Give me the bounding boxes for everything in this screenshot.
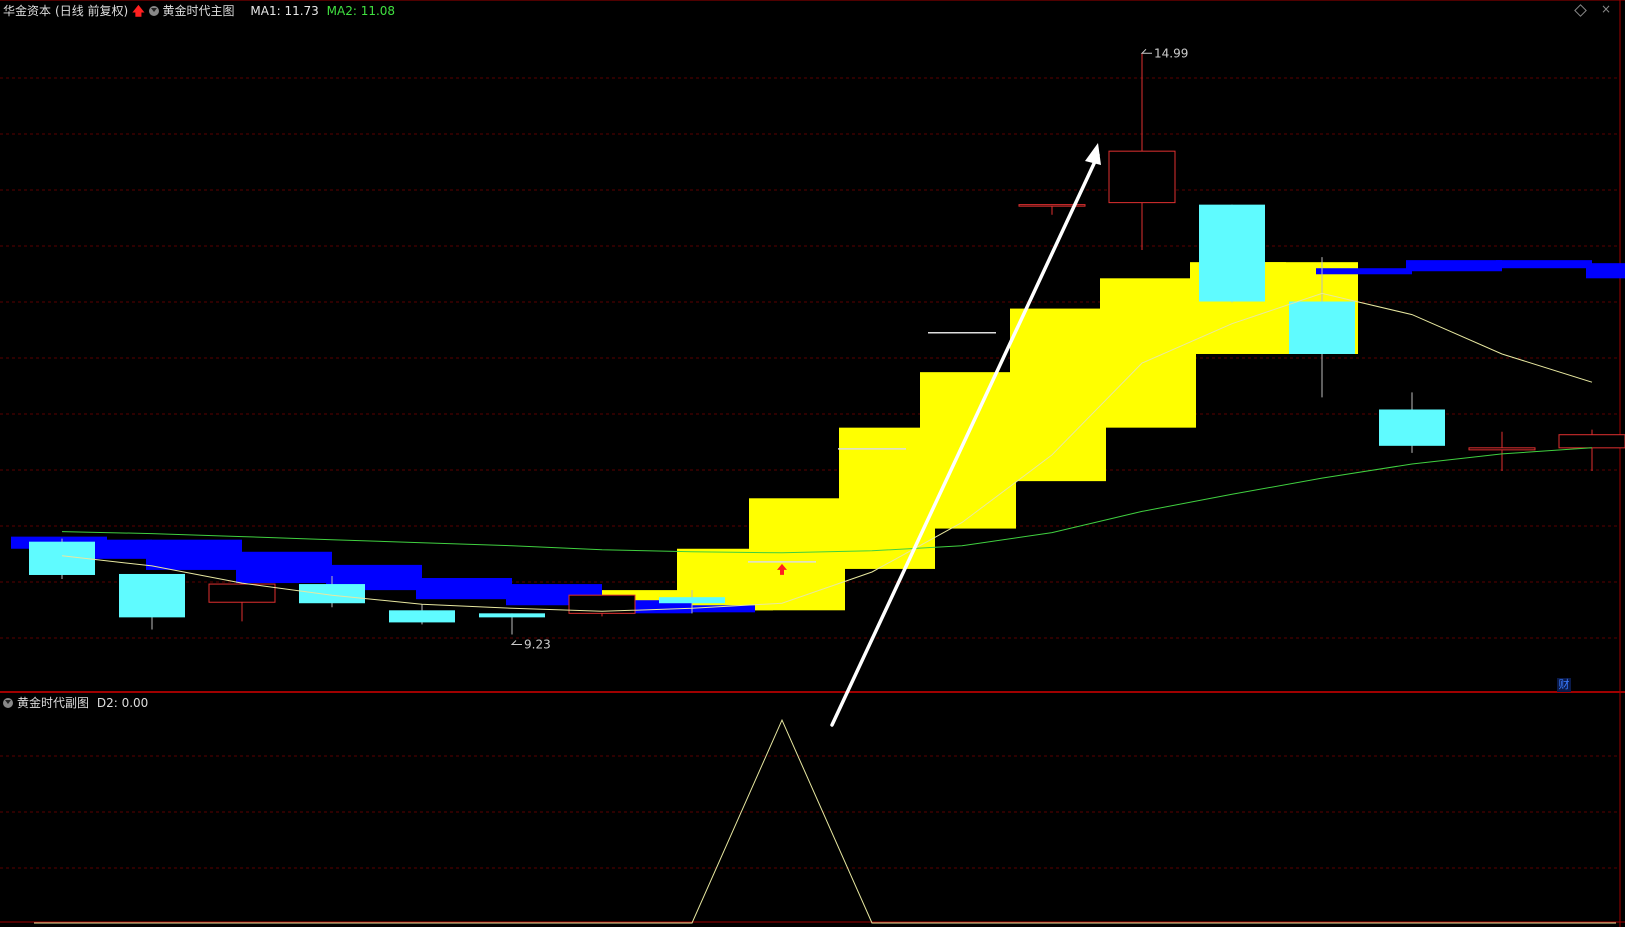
candle-body-up bbox=[1468, 447, 1536, 451]
low-pointer bbox=[510, 640, 522, 646]
dropdown-circle-icon[interactable] bbox=[148, 5, 159, 16]
sub-header: 黄金时代副图 D2: 0.00 bbox=[3, 695, 152, 711]
candle-body-down bbox=[659, 597, 725, 604]
ma1-readout: MA1: 11.73 bbox=[250, 4, 319, 18]
yellow-band-block bbox=[1100, 278, 1196, 428]
yellow-band-block bbox=[1010, 308, 1106, 482]
finance-badge[interactable]: 财 bbox=[1557, 678, 1571, 692]
main-header: 华金资本 (日线 前复权) 🡅 黄金时代主图 MA1: 11.73 MA2: 11.0… bbox=[3, 3, 399, 19]
main-indicator-name[interactable]: 黄金时代主图 bbox=[163, 4, 235, 18]
blue-band-block bbox=[146, 539, 242, 570]
close-icon[interactable]: × bbox=[1601, 2, 1611, 16]
blue-band-block bbox=[416, 578, 512, 600]
candle-body-up bbox=[208, 583, 276, 603]
candle-body-up bbox=[1558, 434, 1625, 449]
candle-body-down bbox=[389, 610, 455, 623]
blue-band-block bbox=[1586, 263, 1625, 279]
blue-band-block bbox=[1406, 260, 1502, 272]
candle-body-down bbox=[1379, 409, 1445, 446]
dropdown-circle-icon[interactable] bbox=[3, 697, 13, 708]
high-price-label: 14.99 bbox=[1154, 46, 1188, 60]
d2-readout: D2: 0.00 bbox=[96, 696, 149, 710]
candle-body-down bbox=[479, 613, 545, 618]
up-arrow-icon: 🡅 bbox=[132, 4, 145, 18]
blue-band-block bbox=[1496, 260, 1592, 269]
annotation-arrow-head-icon bbox=[1085, 143, 1101, 165]
candle-body-up bbox=[1108, 150, 1176, 204]
chart-stage[interactable]: 14.99 9.23 华金资本 (日线 前复权) 🡅 黄金时代主图 MA1: 11.73… bbox=[0, 0, 1625, 927]
high-pointer bbox=[1140, 48, 1152, 54]
kline-chart[interactable]: 14.99 9.23 bbox=[0, 0, 1625, 927]
candle-body-down bbox=[119, 573, 185, 618]
period-label[interactable]: (日线 前复权) bbox=[55, 4, 128, 18]
stock-name[interactable]: 华金资本 bbox=[3, 4, 51, 18]
candle-body-down bbox=[299, 584, 365, 604]
candle-body-down bbox=[1199, 204, 1265, 302]
blue-band-block bbox=[1316, 268, 1412, 275]
sub-indicator-name[interactable]: 黄金时代副图 bbox=[17, 696, 89, 710]
candle-body-down bbox=[1289, 301, 1355, 354]
sub-indicator-line bbox=[34, 718, 1616, 924]
yellow-band-block bbox=[749, 498, 845, 611]
low-price-label: 9.23 bbox=[524, 638, 551, 652]
ma2-readout: MA2: 11.08 bbox=[326, 4, 396, 18]
blue-band-block bbox=[236, 551, 332, 584]
